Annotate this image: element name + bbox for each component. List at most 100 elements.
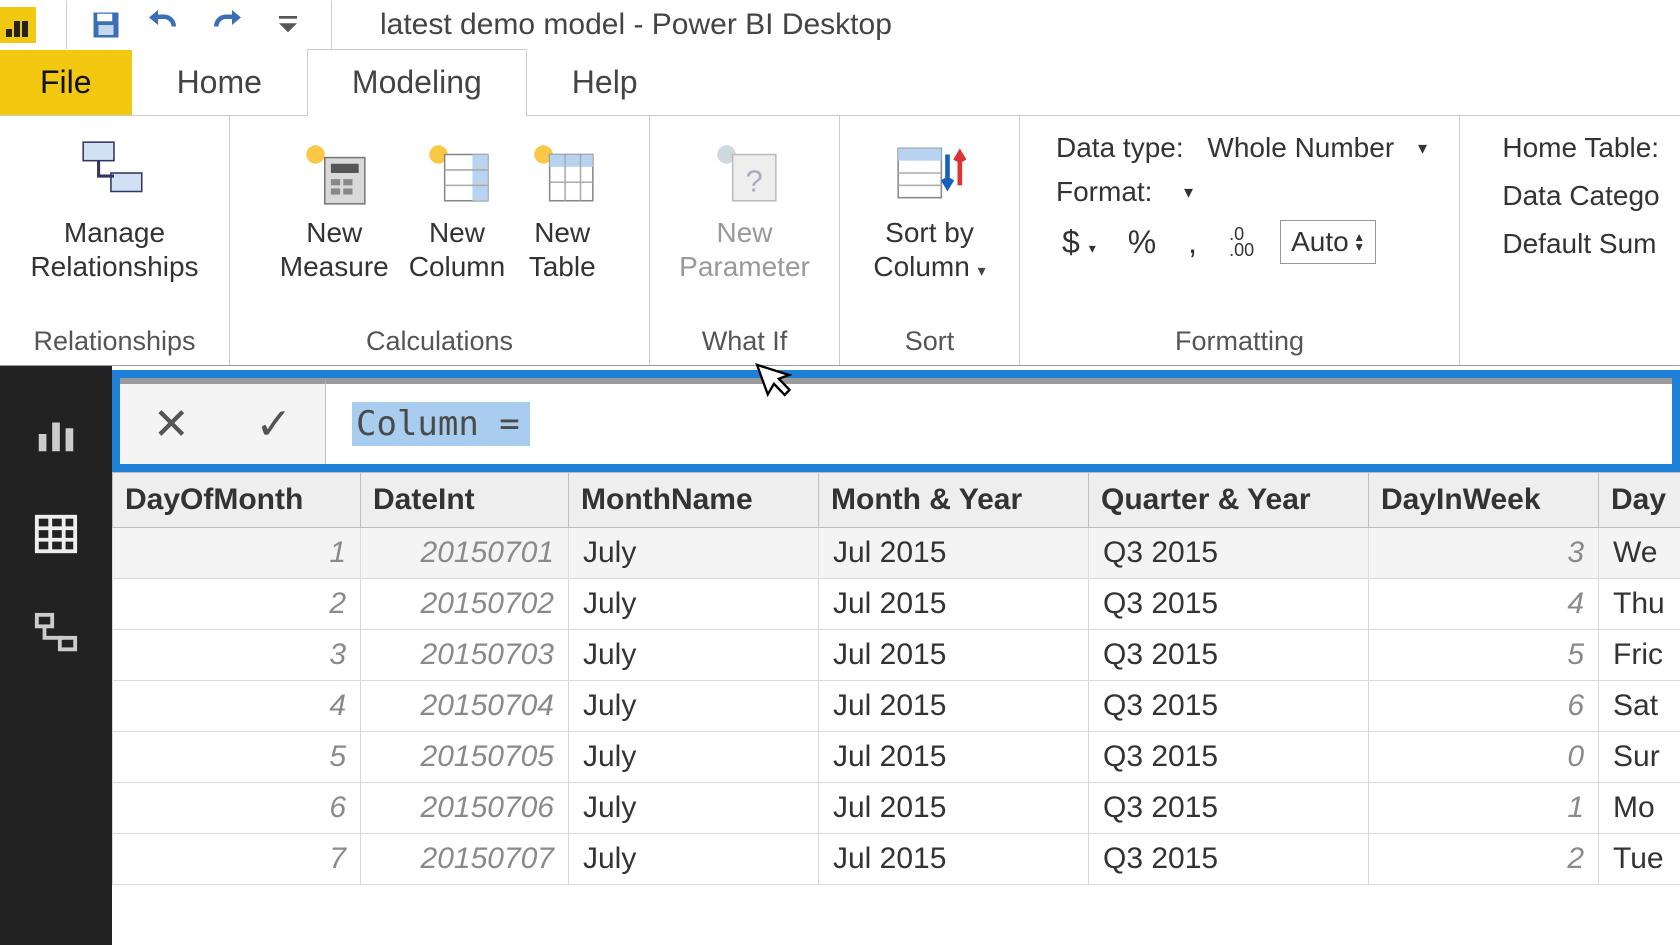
cell[interactable]: 20150705 [361,732,569,783]
percent-format-button[interactable]: % [1122,224,1162,261]
cancel-formula-button[interactable]: ✕ [139,399,204,450]
cell[interactable]: July [569,783,819,834]
home-table-selector[interactable]: Home Table: [1502,132,1659,164]
cell[interactable]: Q3 2015 [1089,681,1369,732]
table-row[interactable]: 120150701JulyJul 2015Q3 20153We [113,528,1680,579]
cell[interactable]: Jul 2015 [819,834,1089,885]
cell[interactable]: 3 [1369,528,1599,579]
cell[interactable]: 20150707 [361,834,569,885]
cell[interactable]: 5 [113,732,361,783]
cell[interactable]: Jul 2015 [819,783,1089,834]
cell[interactable]: Q3 2015 [1089,732,1369,783]
cell[interactable]: July [569,528,819,579]
tab-file[interactable]: File [0,50,132,115]
column-header[interactable]: DayInWeek [1369,473,1599,528]
cell[interactable]: 20150706 [361,783,569,834]
cell[interactable]: 4 [113,681,361,732]
table-row[interactable]: 420150704JulyJul 2015Q3 20156Sat [113,681,1680,732]
column-header[interactable]: MonthName [569,473,819,528]
sort-by-column-label: Sort by Column ▾ [873,216,985,289]
cell[interactable]: 0 [1369,732,1599,783]
cell[interactable]: 4 [1369,579,1599,630]
model-view-button[interactable] [28,606,84,662]
tab-help[interactable]: Help [527,49,683,115]
tab-modeling[interactable]: Modeling [307,49,527,115]
cell[interactable]: Jul 2015 [819,681,1089,732]
cell[interactable]: July [569,732,819,783]
cell[interactable]: 20150701 [361,528,569,579]
cell[interactable]: Thu [1599,579,1680,630]
cell[interactable]: Q3 2015 [1089,834,1369,885]
cell[interactable]: Q3 2015 [1089,579,1369,630]
default-summarization-selector[interactable]: Default Sum [1502,228,1659,260]
table-row[interactable]: 720150707JulyJul 2015Q3 20152Tue [113,834,1680,885]
cell[interactable]: Sur [1599,732,1680,783]
sort-by-column-button[interactable]: Sort by Column ▾ [863,132,995,289]
qat-customize-button[interactable] [269,6,307,44]
group-label-properties [1566,320,1574,365]
table-row[interactable]: 320150703JulyJul 2015Q3 20155Fric [113,630,1680,681]
cell[interactable]: 3 [113,630,361,681]
svg-text:?: ? [745,164,762,199]
cell[interactable]: July [569,579,819,630]
new-column-button[interactable]: New Column [399,132,515,284]
cell[interactable]: 2 [1369,834,1599,885]
redo-button[interactable] [207,6,245,44]
save-button[interactable] [91,10,121,40]
format-selector[interactable]: Format: ▾ [1056,176,1427,208]
cell[interactable]: Mo [1599,783,1680,834]
decimal-places-input[interactable]: Auto ▲▼ [1280,220,1376,264]
cell[interactable]: Jul 2015 [819,579,1089,630]
cell[interactable]: July [569,681,819,732]
data-category-selector[interactable]: Data Catego [1502,180,1659,212]
cell[interactable]: 1 [1369,783,1599,834]
cell[interactable]: 2 [113,579,361,630]
table-row[interactable]: 620150706JulyJul 2015Q3 20151Mo [113,783,1680,834]
cell[interactable]: Jul 2015 [819,528,1089,579]
new-parameter-label: New Parameter [679,216,810,284]
qat-divider [66,1,67,49]
spinner-arrows-icon[interactable]: ▲▼ [1353,232,1365,252]
data-type-selector[interactable]: Data type: Whole Number ▾ [1056,132,1427,164]
title-bar: latest demo model - Power BI Desktop [0,0,1680,50]
tab-home[interactable]: Home [132,49,307,115]
undo-button[interactable] [145,6,183,44]
cell[interactable]: Q3 2015 [1089,630,1369,681]
data-type-value: Whole Number [1207,132,1394,164]
formula-input[interactable]: Column = [326,378,1672,464]
cell[interactable]: 6 [113,783,361,834]
cell[interactable]: 20150703 [361,630,569,681]
manage-relationships-button[interactable]: Manage Relationships [20,132,208,284]
cell[interactable]: 6 [1369,681,1599,732]
thousands-separator-button[interactable]: , [1182,224,1203,261]
cell[interactable]: 5 [1369,630,1599,681]
column-header[interactable]: Quarter & Year [1089,473,1369,528]
table-row[interactable]: 520150705JulyJul 2015Q3 20150Sur [113,732,1680,783]
column-header[interactable]: DayOfMonth [113,473,361,528]
cell[interactable]: 7 [113,834,361,885]
cell[interactable]: Jul 2015 [819,732,1089,783]
decimal-places-icon: .0.00 [1223,226,1260,258]
cell[interactable]: 20150704 [361,681,569,732]
cell[interactable]: Tue [1599,834,1680,885]
cell[interactable]: Fric [1599,630,1680,681]
cell[interactable]: 1 [113,528,361,579]
new-measure-button[interactable]: New Measure [270,132,399,284]
data-view-button[interactable] [28,506,84,562]
column-header[interactable]: Day [1599,473,1680,528]
new-table-button[interactable]: New Table [515,132,609,284]
column-header[interactable]: DateInt [361,473,569,528]
cell[interactable]: July [569,834,819,885]
cell[interactable]: Q3 2015 [1089,783,1369,834]
report-view-button[interactable] [28,406,84,462]
table-row[interactable]: 220150702JulyJul 2015Q3 20154Thu [113,579,1680,630]
cell[interactable]: We [1599,528,1680,579]
cell[interactable]: 20150702 [361,579,569,630]
currency-format-button[interactable]: $ ▾ [1056,224,1102,261]
cell[interactable]: July [569,630,819,681]
cell[interactable]: Q3 2015 [1089,528,1369,579]
commit-formula-button[interactable]: ✓ [241,399,306,450]
cell[interactable]: Sat [1599,681,1680,732]
column-header[interactable]: Month & Year [819,473,1089,528]
cell[interactable]: Jul 2015 [819,630,1089,681]
